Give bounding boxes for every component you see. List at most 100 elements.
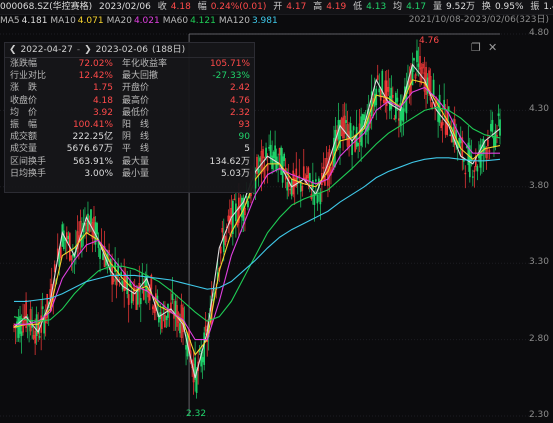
candle-body — [417, 63, 420, 67]
candle-body — [319, 192, 322, 205]
stat-label-2: 年化收益率 — [122, 59, 168, 69]
ma-legend-label: MA5 — [0, 16, 20, 26]
stat-row: 日均换手 3.00% 最小量 5.03万 — [5, 168, 254, 180]
chevron-left-icon[interactable]: ❮ — [9, 43, 17, 57]
candle-body — [482, 138, 485, 155]
stat-label: 均 价 — [10, 107, 38, 118]
stat-value: 563.91% — [72, 156, 113, 167]
stat-label: 日均换手 — [10, 168, 47, 179]
candle-body — [87, 213, 89, 232]
candle-body — [402, 108, 405, 122]
candle-body — [90, 209, 92, 225]
ma-legend-label: MA120 — [218, 16, 250, 26]
candle-body — [339, 120, 341, 149]
quote-info-bar: 000068.SZ(华控赛格) 2023/02/06 收 4.18 幅 0.24%(… — [0, 0, 553, 15]
stat-value: 12.42% — [78, 71, 113, 82]
candle-body — [96, 222, 98, 235]
candle-body — [449, 134, 452, 136]
stat-label: 涨 跌 — [10, 83, 38, 94]
candle-body — [286, 182, 289, 191]
y-tick-label: 4.30 — [528, 104, 549, 115]
candle-body — [265, 147, 267, 159]
high-value: 4.19 — [326, 2, 347, 12]
stat-rows: 涨跌幅 72.02% 年化收益率 105.71% 行业对比 12.42% 最大回撤 -27.3… — [5, 58, 254, 180]
candle-body — [311, 180, 314, 189]
candle-body — [126, 275, 129, 295]
candle-body — [401, 106, 403, 121]
stat-value-2: 105.71% — [209, 59, 250, 69]
ma-legend-value: 3.981 — [251, 16, 278, 26]
candle-body — [268, 146, 270, 149]
close-value: 4.18 — [170, 2, 191, 12]
change-label: 幅 — [197, 2, 207, 12]
open-value: 4.17 — [286, 2, 307, 12]
change-value: 0.24%(0.01) — [210, 2, 267, 12]
candle-body — [432, 79, 435, 96]
candle-body — [272, 151, 275, 159]
panel-header: ❮ 2022-04-27 - ❯ 2023-02-06 (188日) — [5, 43, 254, 58]
volume-label: 量 — [432, 2, 442, 12]
candle-body — [481, 153, 483, 156]
candle-body — [390, 87, 393, 110]
avg-label: 均 — [393, 2, 403, 12]
low-label: 低 — [353, 2, 363, 12]
stat-label-2: 最大回撤 — [122, 71, 159, 82]
y-tick-label: 3.30 — [528, 257, 549, 268]
candle-body — [363, 114, 366, 121]
candle-body — [203, 332, 206, 365]
close-label: 收 — [157, 2, 167, 12]
close-icon[interactable]: ✕ — [488, 41, 497, 54]
avg-value: 4.17 — [406, 2, 427, 12]
stat-label: 成交量 — [10, 144, 38, 155]
candle-body — [345, 120, 347, 123]
high-label: 高 — [313, 2, 323, 12]
candle-body — [352, 126, 355, 131]
stat-label: 收盘价 — [10, 95, 38, 106]
stat-label: 涨跌幅 — [10, 59, 38, 69]
candle-body — [493, 137, 495, 148]
y-tick-label: 4.80 — [528, 28, 549, 38]
candle-body — [491, 119, 494, 132]
stock-code[interactable]: 000068.SZ(华控赛格) — [0, 2, 92, 12]
candle-body — [38, 336, 41, 338]
stat-value: 4.18 — [92, 95, 113, 106]
date-range-label: 2021/10/08-2023/02/06(323日) — [408, 15, 549, 25]
stat-row: 收盘价 4.18 最高价 4.76 — [5, 95, 254, 107]
stat-value-2: 90 — [238, 132, 250, 143]
stat-value: 222.25亿 — [72, 132, 114, 143]
turnover-label: 换 — [481, 2, 491, 12]
amplitude-label: 振 — [530, 2, 540, 12]
open-label: 开 — [273, 2, 283, 12]
stat-label-2: 最高价 — [122, 95, 150, 106]
chevron-right-icon[interactable]: ❯ — [84, 43, 92, 57]
low-price-annotation: 2.32 — [186, 409, 207, 419]
candle-body — [396, 97, 399, 102]
candle-body — [357, 142, 359, 147]
candle-body — [275, 156, 278, 170]
candle-body — [62, 230, 65, 250]
stat-value-2: 4.76 — [229, 95, 250, 106]
stat-row: 涨 跌 1.75 开盘价 2.42 — [5, 82, 254, 94]
stat-label: 成交额 — [10, 132, 38, 143]
stat-value: 5676.67万 — [66, 144, 113, 155]
range-end-date[interactable]: 2023-02-06 — [96, 43, 148, 57]
candle-body — [280, 147, 282, 175]
restore-icon[interactable]: ❐ — [471, 41, 481, 54]
candle-body — [165, 315, 168, 321]
candle-body — [271, 155, 273, 169]
low-value: 4.13 — [366, 2, 387, 12]
ma-legend-value: 4.181 — [21, 16, 48, 26]
candle-body — [413, 58, 415, 61]
range-start-date[interactable]: 2022-04-27 — [21, 43, 73, 57]
stat-value-2: 2.42 — [229, 83, 250, 94]
candle-body — [67, 235, 70, 240]
candle-body — [315, 179, 317, 182]
y-tick-label: 2.30 — [528, 410, 549, 420]
candle-body — [490, 123, 492, 132]
candle-body — [41, 306, 44, 310]
candle-body — [17, 317, 20, 338]
stat-value: 72.02% — [78, 59, 113, 69]
candle-body — [499, 119, 501, 136]
candle-body — [476, 166, 479, 172]
chart-window: 000068.SZ(华控赛格) 2023/02/06 收 4.18 幅 0.24%(… — [0, 0, 553, 423]
